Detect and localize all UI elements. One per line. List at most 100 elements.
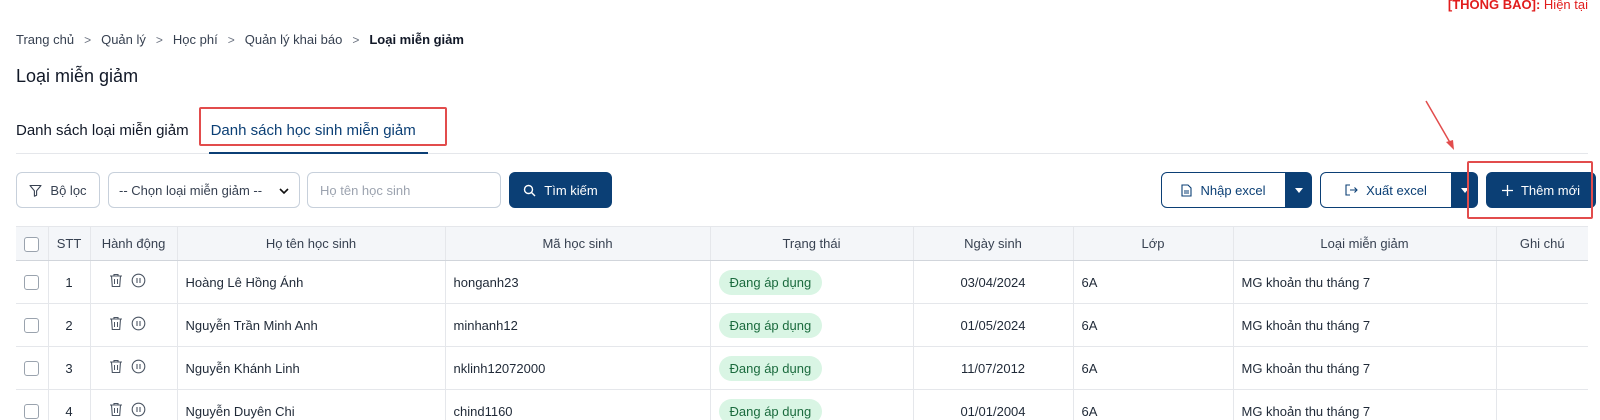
breadcrumb-current: Loại miễn giảm (369, 32, 464, 47)
row-status-cell: Đang áp dụng (710, 260, 914, 304)
col-class: Lớp (1073, 226, 1234, 261)
chevron-right-icon: > (227, 32, 235, 47)
row-note (1496, 303, 1588, 347)
tab-bar: Danh sách loại miễn giảm Danh sách học s… (16, 114, 1588, 154)
toolbar: Bộ lọc -- Chọn loại miễn giảm -- Tìm kiế… (16, 172, 1596, 210)
row-dob: 03/04/2024 (913, 260, 1074, 304)
row-stt: 4 (48, 389, 91, 420)
row-dob: 01/05/2024 (913, 303, 1074, 347)
row-checkbox[interactable] (24, 361, 40, 377)
row-dob: 01/01/2004 (913, 389, 1074, 420)
row-class: 6A (1073, 346, 1234, 390)
search-button[interactable]: Tìm kiếm (509, 172, 612, 208)
row-class: 6A (1073, 303, 1234, 347)
status-badge: Đang áp dụng (718, 312, 823, 338)
trash-icon[interactable] (109, 402, 123, 420)
breadcrumb-declaration[interactable]: Quản lý khai báo (245, 32, 343, 47)
filter-label: Bộ lọc (50, 182, 87, 198)
row-actions (90, 346, 178, 390)
row-status-cell: Đang áp dụng (710, 346, 914, 390)
row-status-cell: Đang áp dụng (710, 303, 914, 347)
col-type: Loại miễn giảm (1233, 226, 1497, 261)
row-code: nklinh12072000 (445, 346, 711, 390)
col-note: Ghi chú (1496, 226, 1588, 261)
table-row: 3 Nguyễn Khánh Linh nklinh12072000 Đang … (16, 346, 1588, 390)
row-stt: 3 (48, 346, 91, 390)
row-select-cell (16, 389, 49, 420)
breadcrumb: Trang chủ > Quản lý > Học phí > Quản lý … (16, 32, 464, 47)
plus-icon (1501, 184, 1513, 196)
row-type: MG khoản thu tháng 7 (1233, 303, 1497, 347)
breadcrumb-fees[interactable]: Học phí (173, 32, 218, 47)
trash-icon[interactable] (109, 273, 123, 291)
filter-icon (29, 184, 42, 197)
chevron-right-icon: > (352, 32, 360, 47)
tab-exemption-types[interactable]: Danh sách loại miễn giảm (16, 114, 189, 154)
row-checkbox[interactable] (24, 275, 40, 291)
row-code: minhanh12 (445, 303, 711, 347)
table-body: 1 Hoàng Lê Hồng Ánh honganh23 Đang áp dụ… (16, 260, 1588, 420)
page-title: Loại miễn giảm (16, 66, 139, 86)
row-note (1496, 346, 1588, 390)
table-header-row: STT Hành động Họ tên học sinh Mã học sin… (16, 226, 1588, 261)
notice-text: Hiện tại (1543, 0, 1588, 12)
row-select-cell (16, 303, 49, 347)
pause-icon[interactable] (131, 402, 146, 420)
chevron-down-icon (279, 183, 289, 198)
row-actions (90, 303, 178, 347)
col-actions: Hành động (90, 226, 178, 261)
export-icon (1345, 184, 1358, 196)
import-excel-button[interactable]: Nhập excel (1161, 172, 1286, 208)
exemption-type-select-value: -- Chọn loại miễn giảm -- (119, 182, 263, 198)
row-class: 6A (1073, 260, 1234, 304)
status-badge: Đang áp dụng (718, 355, 823, 381)
search-icon (523, 184, 536, 197)
row-select-cell (16, 260, 49, 304)
pause-icon[interactable] (131, 359, 146, 377)
status-badge: Đang áp dụng (718, 398, 823, 420)
row-checkbox[interactable] (24, 404, 40, 420)
exempt-students-table: STT Hành động Họ tên học sinh Mã học sin… (16, 226, 1588, 420)
row-name: Nguyễn Duyên Chi (177, 389, 446, 420)
breadcrumb-manage[interactable]: Quản lý (101, 32, 146, 47)
col-code: Mã học sinh (445, 226, 711, 261)
col-status: Trạng thái (710, 226, 914, 261)
row-type: MG khoản thu tháng 7 (1233, 260, 1497, 304)
row-name: Nguyễn Khánh Linh (177, 346, 446, 390)
row-code: honganh23 (445, 260, 711, 304)
notice-label: [THÔNG BÁO]: (1447, 0, 1541, 12)
import-excel-dropdown[interactable] (1286, 172, 1312, 208)
breadcrumb-home[interactable]: Trang chủ (16, 32, 74, 47)
filter-button[interactable]: Bộ lọc (16, 172, 100, 208)
select-all-checkbox[interactable] (24, 236, 40, 252)
student-name-input[interactable] (307, 172, 501, 208)
row-actions (90, 389, 178, 420)
row-actions (90, 260, 178, 304)
chevron-right-icon: > (84, 32, 92, 47)
export-excel-label: Xuất excel (1366, 182, 1427, 198)
pause-icon[interactable] (131, 273, 146, 291)
row-name: Nguyễn Trần Minh Anh (177, 303, 446, 347)
export-excel-dropdown[interactable] (1452, 172, 1478, 208)
trash-icon[interactable] (109, 359, 123, 377)
row-stt: 1 (48, 260, 91, 304)
import-excel-label: Nhập excel (1200, 182, 1266, 198)
row-type: MG khoản thu tháng 7 (1233, 389, 1497, 420)
file-icon (1181, 183, 1193, 197)
row-checkbox[interactable] (24, 318, 40, 334)
row-note (1496, 389, 1588, 420)
notice-banner: [THÔNG BÁO]: Hiện tại (1448, 0, 1588, 12)
col-dob: Ngày sinh (913, 226, 1074, 261)
pause-icon[interactable] (131, 316, 146, 334)
row-dob: 11/07/2012 (913, 346, 1074, 390)
row-class: 6A (1073, 389, 1234, 420)
trash-icon[interactable] (109, 316, 123, 334)
col-stt: STT (48, 226, 91, 261)
select-all-cell (16, 226, 49, 261)
row-status-cell: Đang áp dụng (710, 389, 914, 420)
tab-exempt-students[interactable]: Danh sách học sinh miễn giảm (208, 114, 428, 154)
row-type: MG khoản thu tháng 7 (1233, 346, 1497, 390)
exemption-type-select[interactable]: -- Chọn loại miễn giảm -- (108, 172, 300, 208)
export-excel-button[interactable]: Xuất excel (1320, 172, 1452, 208)
add-new-button[interactable]: Thêm mới (1486, 172, 1596, 208)
